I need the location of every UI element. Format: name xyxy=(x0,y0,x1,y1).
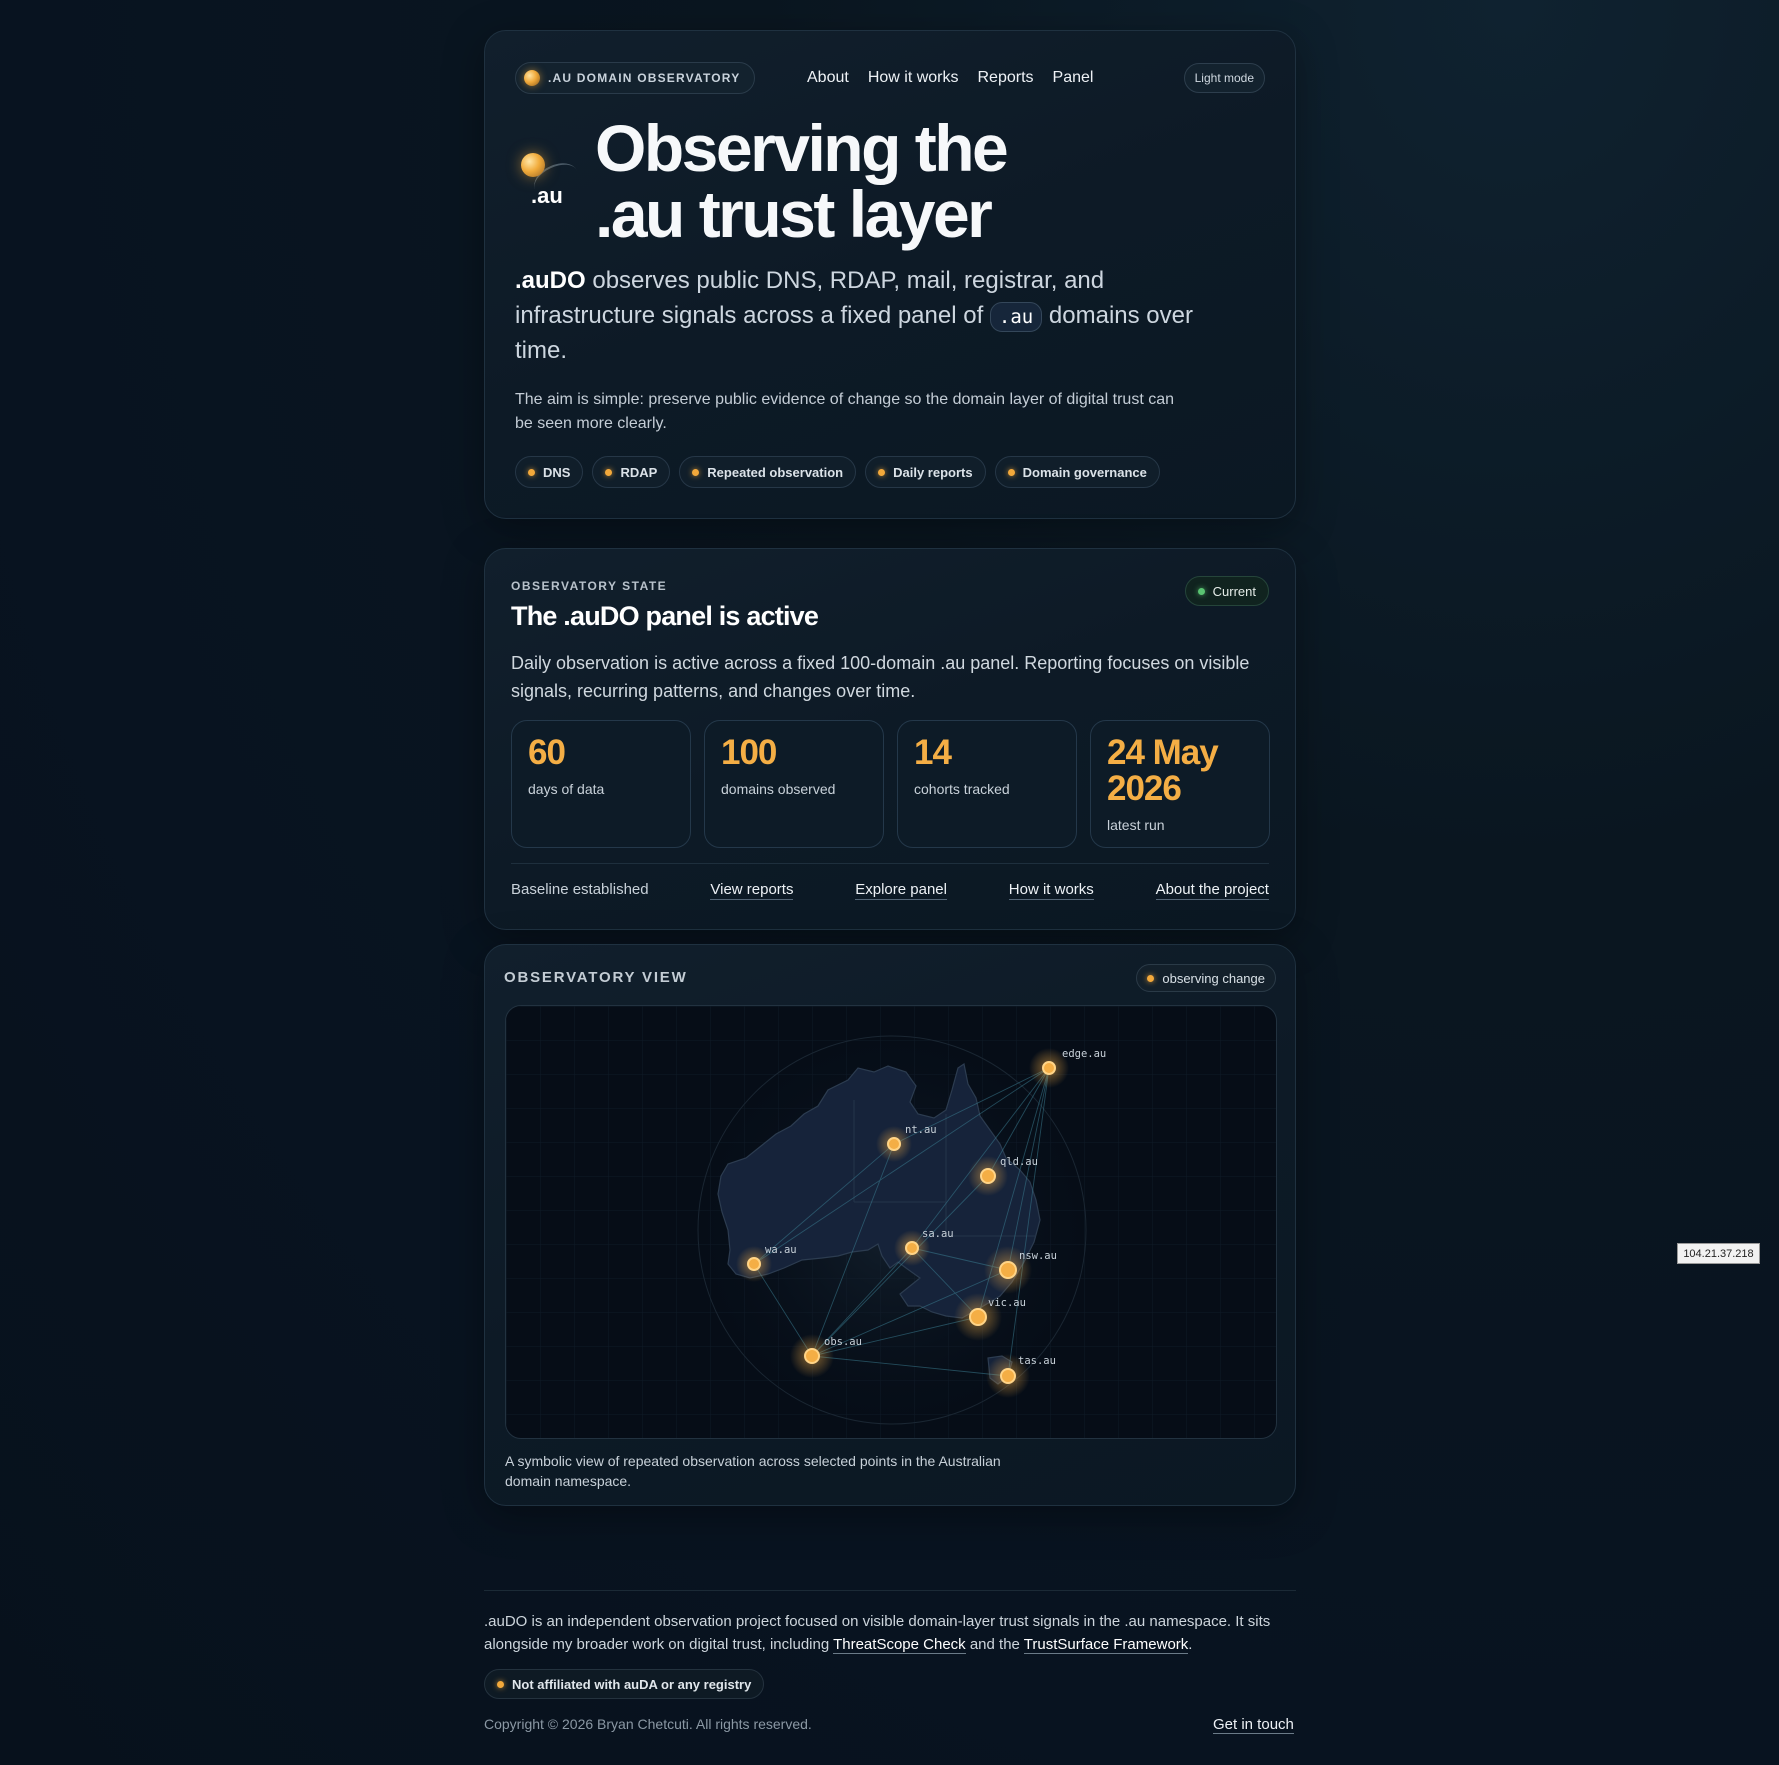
threatscope-link[interactable]: ThreatScope Check xyxy=(833,1636,966,1654)
view-reports-link[interactable]: View reports xyxy=(710,881,794,900)
get-in-touch-link[interactable]: Get in touch xyxy=(1213,1716,1294,1734)
node-label: sa.au xyxy=(922,1228,954,1240)
tag-dot-icon xyxy=(1007,468,1015,476)
tag-daily-reports: Daily reports xyxy=(865,456,986,488)
map-caption: A symbolic view of repeated observation … xyxy=(505,1453,1001,1489)
node-label: edge.au xyxy=(1062,1048,1106,1060)
observing-label: observing change xyxy=(1162,970,1265,986)
nav-reports[interactable]: Reports xyxy=(978,69,1034,87)
footer-about: .auDO is an independent observation proj… xyxy=(484,1610,1296,1656)
map-svg: edge.au nt.au qld.au sa.au wa.au nsw.au … xyxy=(506,1006,1276,1438)
logo-text: .au xyxy=(531,183,563,208)
affiliation-label: Not affiliated with auDA or any registry xyxy=(512,1676,752,1692)
stat-value: 100 xyxy=(721,733,777,772)
divider xyxy=(511,863,1269,864)
stat-label: domains observed xyxy=(721,781,836,797)
tag-dot-icon xyxy=(528,468,535,476)
trustsurface-link[interactable]: TrustSurface Framework xyxy=(1023,1636,1189,1654)
tag-label: Domain governance xyxy=(1022,464,1147,480)
light-mode-button[interactable]: Light mode xyxy=(1183,63,1265,93)
node-label: qld.au xyxy=(1000,1156,1038,1168)
stat-label: cohorts tracked xyxy=(914,781,1010,797)
node-label: vic.au xyxy=(988,1297,1026,1309)
main-nav: About How it works Reports Panel xyxy=(807,69,1093,87)
tag-label: RDAP xyxy=(620,464,658,480)
stat-value: 60 xyxy=(528,733,566,772)
footer-text-3: . xyxy=(1188,1636,1193,1653)
brand-orb-icon xyxy=(524,70,540,86)
hero-lead: .auDO observes public DNS, RDAP, mail, r… xyxy=(515,263,1215,368)
tag-label: Repeated observation xyxy=(707,464,844,480)
stats-row: 60 days of data 100 domains observed 14 … xyxy=(511,720,1270,848)
stat-label: latest run xyxy=(1107,817,1165,833)
state-links: Baseline established View reports Explor… xyxy=(511,881,1269,900)
observatory-state-card: OBSERVATORY STATE The .auDO panel is act… xyxy=(484,548,1296,930)
tag-dot-icon xyxy=(692,468,700,476)
australia-map: edge.au nt.au qld.au sa.au wa.au nsw.au … xyxy=(505,1005,1277,1439)
about-project-link[interactable]: About the project xyxy=(1155,881,1269,900)
stat-cohorts: 14 cohorts tracked xyxy=(897,720,1077,848)
state-title: The .auDO panel is active xyxy=(511,601,819,631)
node-label: wa.au xyxy=(765,1244,797,1256)
tag-domain-governance: Domain governance xyxy=(994,456,1160,488)
observatory-view-card: OBSERVATORY VIEW observing change edge.a… xyxy=(484,944,1296,1506)
logo-orb-icon xyxy=(521,153,545,177)
footer-divider xyxy=(484,1590,1296,1591)
au-code-pill: .au xyxy=(989,302,1043,332)
stat-value: 14 xyxy=(914,733,952,772)
observing-badge: observing change xyxy=(1136,964,1276,992)
nav-panel[interactable]: Panel xyxy=(1053,69,1094,87)
node-label: obs.au xyxy=(824,1336,862,1348)
tag-dot-icon xyxy=(878,468,886,476)
affiliation-badge: Not affiliated with auDA or any registry xyxy=(484,1669,765,1699)
stat-value: 24 May 2026 xyxy=(1107,733,1219,808)
ip-address-badge: 104.21.37.218 xyxy=(1677,1243,1760,1264)
hero-title-line2: .au trust layer xyxy=(595,177,993,251)
hero-card: .AU DOMAIN OBSERVATORY About How it work… xyxy=(484,30,1296,519)
tag-repeated-observation: Repeated observation xyxy=(679,456,857,488)
observing-dot-icon xyxy=(1147,974,1155,982)
au-logo: .au xyxy=(521,153,584,233)
lead-brand: .auDO xyxy=(515,267,586,294)
tag-dot-icon xyxy=(605,468,613,476)
hero-aim: The aim is simple: preserve public evide… xyxy=(515,391,1175,432)
state-description: Daily observation is active across a fix… xyxy=(511,653,1250,701)
state-eyebrow: OBSERVATORY STATE xyxy=(511,579,668,593)
brand-name: .AU DOMAIN OBSERVATORY xyxy=(548,71,741,85)
stat-domains: 100 domains observed xyxy=(704,720,884,848)
stat-label: days of data xyxy=(528,781,605,797)
status-badge: Current xyxy=(1184,576,1269,606)
baseline-status: Baseline established xyxy=(511,881,649,898)
hero-title: Observing the .au trust layer xyxy=(595,115,1155,247)
status-dot-icon xyxy=(1197,587,1205,595)
how-it-works-link[interactable]: How it works xyxy=(1008,881,1094,900)
hero-title-line1: Observing the xyxy=(595,111,1009,185)
node-label: nsw.au xyxy=(1019,1250,1057,1262)
topic-tags: DNS RDAP Repeated observation Daily repo… xyxy=(515,456,1160,488)
tag-dns: DNS xyxy=(515,456,584,488)
explore-panel-link[interactable]: Explore panel xyxy=(855,881,947,900)
brand-pill[interactable]: .AU DOMAIN OBSERVATORY xyxy=(515,62,756,94)
tag-rdap: RDAP xyxy=(592,456,671,488)
nav-about[interactable]: About xyxy=(807,69,849,87)
status-label: Current xyxy=(1212,583,1256,599)
stat-days: 60 days of data xyxy=(511,720,691,848)
tag-label: Daily reports xyxy=(893,464,973,480)
copyright: Copyright © 2026 Bryan Chetcuti. All rig… xyxy=(484,1716,812,1732)
stat-latest-run: 24 May 2026 latest run xyxy=(1090,720,1270,848)
node-label: tas.au xyxy=(1018,1355,1056,1367)
tag-label: DNS xyxy=(543,464,571,480)
footer-text-2: and the xyxy=(965,1636,1024,1653)
view-title: OBSERVATORY VIEW xyxy=(504,969,688,986)
node-label: nt.au xyxy=(905,1124,937,1136)
nav-how-it-works[interactable]: How it works xyxy=(868,69,959,87)
affiliation-dot-icon xyxy=(497,1680,504,1688)
